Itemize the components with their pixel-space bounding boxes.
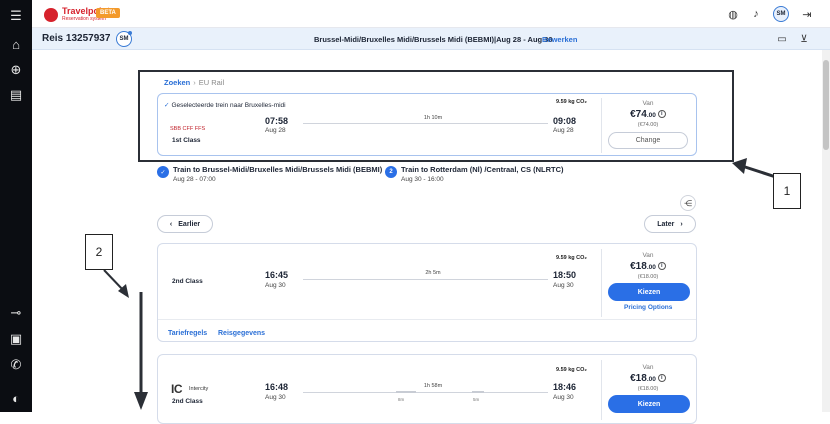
- callout-number-1: 1: [773, 173, 801, 209]
- callout-number-2: 2: [85, 234, 113, 270]
- arrow-1-head: [732, 158, 747, 174]
- arrow-2a-line: [103, 269, 125, 292]
- annotation-arrows: [103, 158, 786, 410]
- arrow-2b-head: [134, 392, 148, 410]
